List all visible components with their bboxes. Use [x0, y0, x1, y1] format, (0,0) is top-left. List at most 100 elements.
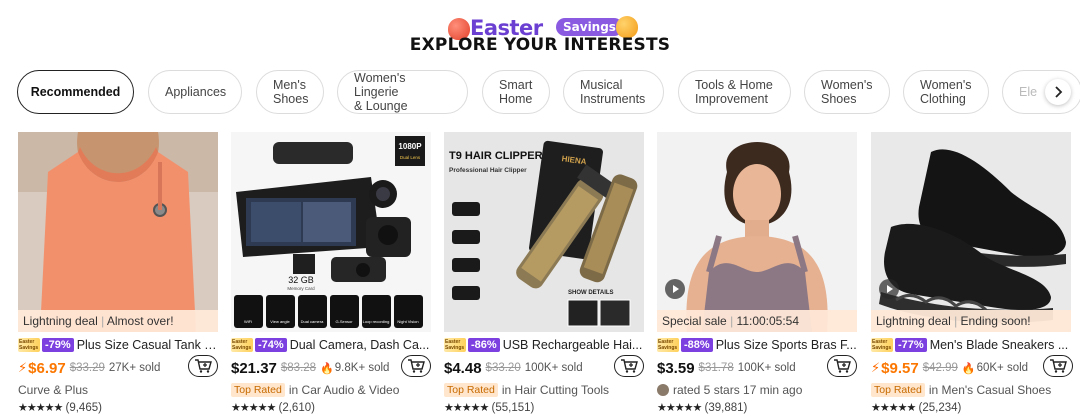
dash-camera-image: 1080P Dual Lens 32 GB Memory Card WiFi V… — [231, 132, 431, 332]
easter-savings-badge: Easter Savings — [444, 338, 466, 352]
deal-status: Almost over! — [106, 314, 174, 328]
original-price: $31.78 — [698, 362, 734, 374]
card-label: 32 GB — [288, 275, 314, 285]
deal-label: Special sale — [662, 314, 727, 328]
deal-label: Lightning deal — [876, 314, 951, 328]
detail-label: SHOW DETAILS — [568, 290, 614, 296]
rating-row: ★★★★★ (9,465) — [18, 401, 218, 417]
res-label: 1080P — [398, 142, 422, 151]
recent-rating-row: rated 5 stars 17 min ago — [657, 382, 857, 398]
product-title[interactable]: Plus Size Sports Bras F... — [716, 338, 857, 352]
easter-savings-badge: Easter Savings — [18, 338, 40, 352]
add-to-cart-button[interactable] — [188, 355, 218, 377]
star-rating-icon: ★★★★★ — [18, 402, 63, 414]
chip-smart-home[interactable]: Smart Home — [482, 70, 550, 114]
flame-icon: 🔥 — [320, 362, 334, 375]
product-card[interactable]: Lightning deal | Almost over! Easter Savi… — [18, 132, 218, 420]
sold-count: 100K+ sold — [524, 362, 583, 374]
title-row: Easter Savings -79% Plus Size Casual Tank… — [18, 337, 218, 353]
feature-label: Loop recording — [363, 319, 390, 324]
easter-banner: Easter Savings EXPLORE YOUR INTERESTS — [0, 8, 1080, 62]
category-chips: Recommended Appliances Men's Shoes Women… — [17, 70, 1080, 114]
lightning-icon: ⚡ — [18, 360, 28, 375]
cart-plus-icon — [621, 359, 638, 373]
chip-womens-lingerie[interactable]: Women's Lingerie & Lounge — [337, 70, 468, 114]
star-rating-icon: ★★★★★ — [871, 402, 916, 414]
cart-plus-icon — [834, 359, 851, 373]
chip-musical-instruments[interactable]: Musical Instruments — [563, 70, 664, 114]
section-title: EXPLORE YOUR INTERESTS — [409, 35, 671, 55]
countdown-timer: 11:00:05:54 — [736, 314, 800, 328]
lightning-icon: ⚡ — [871, 360, 881, 375]
add-to-cart-button[interactable] — [401, 355, 431, 377]
logo-pill: Savings — [556, 18, 623, 36]
add-to-cart-button[interactable] — [614, 355, 644, 377]
original-price: $83.28 — [280, 362, 317, 374]
category-label[interactable]: in Hair Cutting Tools — [502, 383, 609, 397]
feature-label: View angle — [270, 319, 290, 324]
rating-row: ★★★★★ (39,881) — [657, 401, 857, 417]
res-sub-label: Dual Lens — [400, 155, 421, 160]
product-card[interactable]: 1080P Dual Lens 32 GB Memory Card WiFi V… — [231, 132, 431, 420]
tank-top-image — [18, 132, 218, 332]
video-play-icon[interactable] — [879, 279, 899, 299]
feature-label: G-Sensor — [335, 319, 353, 324]
category-label[interactable]: in Car Audio & Video — [289, 383, 400, 397]
product-card[interactable]: Lightning deal | Ending soon! Easter Savi… — [871, 132, 1073, 420]
add-to-cart-button[interactable] — [1043, 355, 1073, 377]
card-sub-label: Memory Card — [287, 286, 315, 291]
product-image[interactable]: Lightning deal | Almost over! — [18, 132, 218, 332]
original-price: $33.20 — [485, 362, 521, 374]
store-label[interactable]: Curve & Plus — [18, 382, 218, 398]
discount-badge: -77% — [895, 338, 927, 352]
deal-strip: Lightning deal | Ending soon! — [871, 310, 1071, 332]
discount-badge: -79% — [42, 338, 74, 352]
chip-womens-shoes[interactable]: Women's Shoes — [804, 70, 890, 114]
review-count: (55,151) — [491, 402, 535, 414]
product-image[interactable]: 1080P Dual Lens 32 GB Memory Card WiFi V… — [231, 132, 431, 332]
product-card[interactable]: T9 HAIR CLIPPER Professional Hair Clippe… — [444, 132, 644, 420]
chip-mens-shoes[interactable]: Men's Shoes — [256, 70, 324, 114]
deal-strip: Special sale | 11:00:05:54 — [657, 310, 857, 332]
product-title[interactable]: Plus Size Casual Tank T... — [77, 338, 218, 352]
sports-bra-image — [657, 132, 857, 332]
rating-row: ★★★★★ (55,151) — [444, 401, 644, 417]
video-play-icon[interactable] — [665, 279, 685, 299]
review-count: (2,610) — [278, 402, 315, 414]
easter-savings-badge: Easter Savings — [231, 338, 253, 352]
deal-label: Lightning deal — [23, 314, 98, 328]
product-image[interactable]: T9 HAIR CLIPPER Professional Hair Clippe… — [444, 132, 644, 332]
feature-label: WiFi — [244, 319, 252, 324]
category-row: Top Rated in Hair Cutting Tools — [444, 382, 644, 398]
discount-badge: -74% — [255, 338, 287, 352]
review-count: (39,881) — [704, 402, 748, 414]
add-to-cart-button[interactable] — [827, 355, 857, 377]
discount-badge: -88% — [681, 338, 713, 352]
cart-plus-icon — [1050, 359, 1067, 373]
headline-label: T9 HAIR CLIPPER — [449, 150, 543, 162]
review-count: (9,465) — [65, 402, 102, 414]
product-card[interactable]: Special sale | 11:00:05:54 Easter Savings… — [657, 132, 857, 420]
chip-womens-clothing[interactable]: Women's Clothing — [903, 70, 989, 114]
chip-appliances[interactable]: Appliances — [148, 70, 242, 114]
original-price: $33.29 — [69, 362, 105, 374]
product-title[interactable]: Dual Camera, Dash Ca... — [290, 338, 430, 352]
chips-next-button[interactable] — [1045, 79, 1071, 105]
title-row: Easter Savings -88% Plus Size Sports Bras… — [657, 337, 857, 353]
chip-tools-home[interactable]: Tools & Home Improvement — [678, 70, 791, 114]
product-image[interactable]: Lightning deal | Ending soon! — [871, 132, 1071, 332]
product-image[interactable]: Special sale | 11:00:05:54 — [657, 132, 857, 332]
chevron-right-icon — [1055, 86, 1063, 98]
subheadline-label: Professional Hair Clipper — [449, 167, 527, 174]
product-title[interactable]: USB Rechargeable Hai... — [503, 338, 643, 352]
hair-clipper-image: T9 HAIR CLIPPER Professional Hair Clippe… — [444, 132, 644, 332]
category-row: Top Rated in Car Audio & Video — [231, 382, 431, 398]
feature-label: Night Vision — [397, 319, 418, 324]
price: $21.37 — [231, 359, 277, 377]
price: $3.59 — [657, 359, 695, 377]
top-rated-badge: Top Rated — [231, 383, 285, 397]
original-price: $42.99 — [922, 362, 958, 374]
chip-recommended[interactable]: Recommended — [17, 70, 134, 114]
category-label[interactable]: in Men's Casual Shoes — [929, 383, 1051, 397]
product-title[interactable]: Men's Blade Sneakers ... — [930, 338, 1069, 352]
